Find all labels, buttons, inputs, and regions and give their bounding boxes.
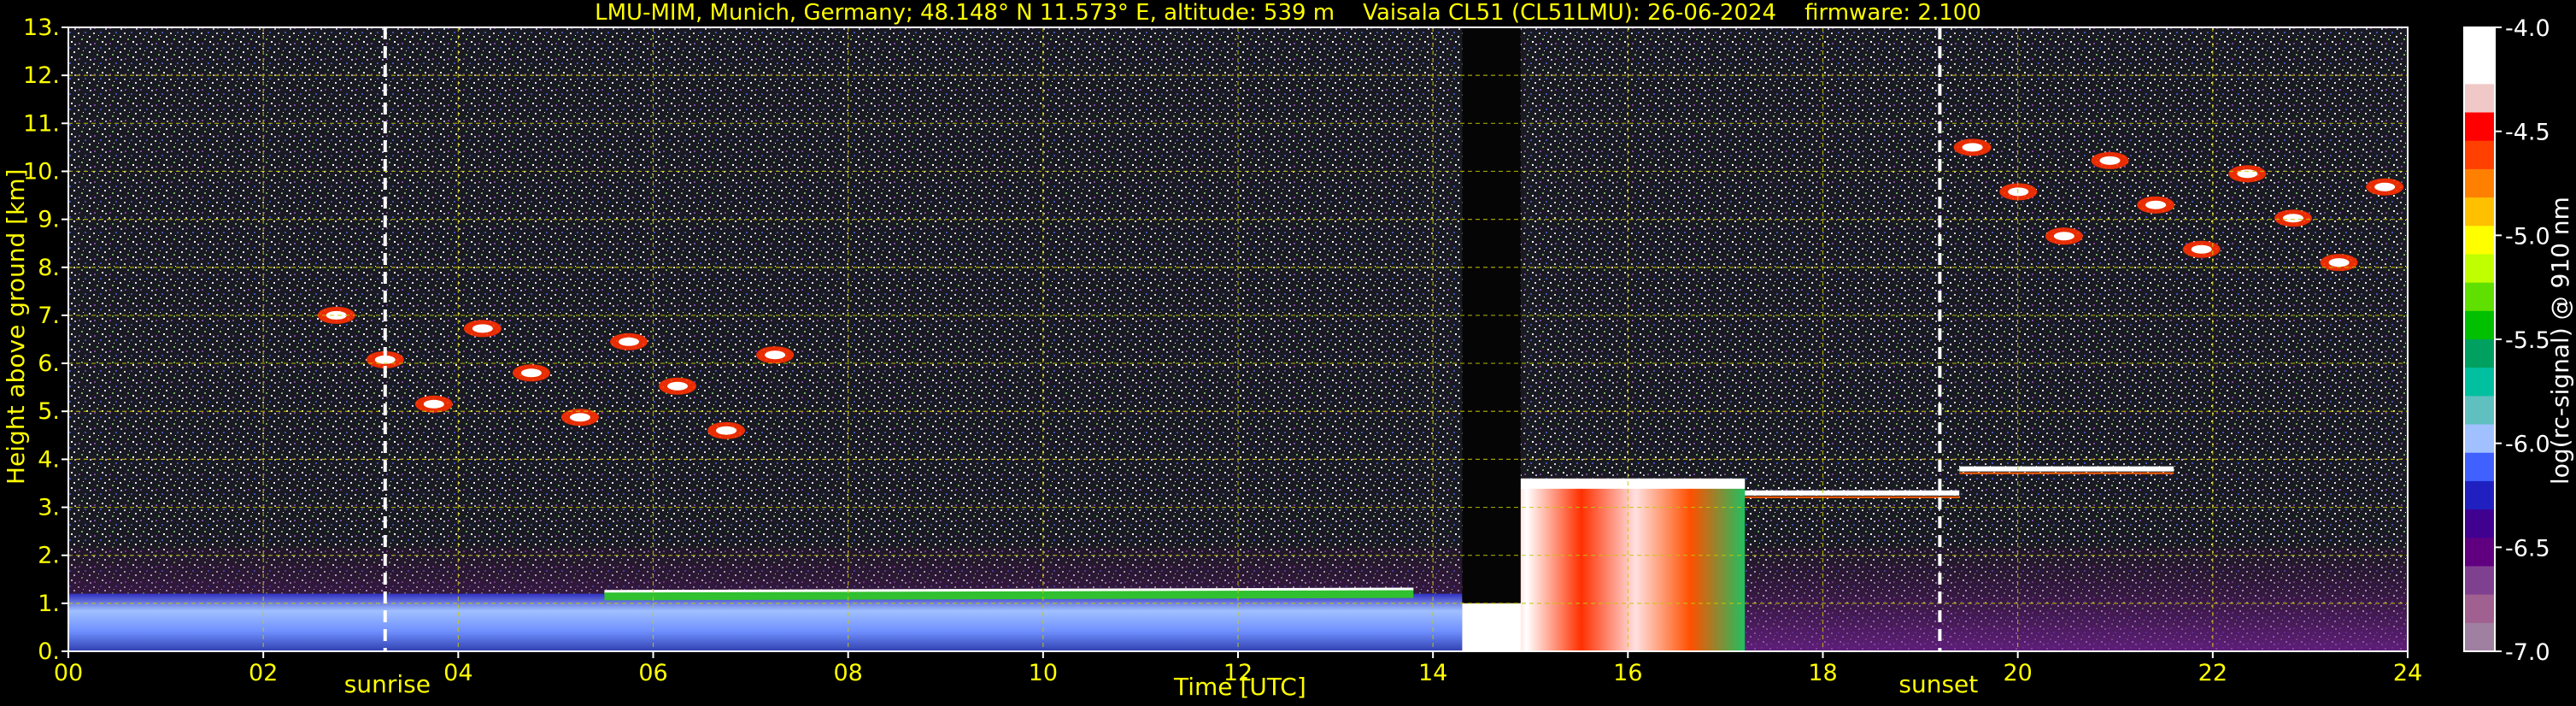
- colorbar-segment: [2464, 509, 2495, 538]
- colorbar-segment: [2464, 424, 2495, 454]
- colorbar-segment: [2464, 27, 2495, 56]
- y-tick-label: 9.: [38, 207, 60, 233]
- x-tick-label: 20: [2003, 660, 2032, 686]
- cirrus-core: [618, 337, 639, 346]
- chart-figure: 00 02 04 06 08 10 12 14 16 18 20 22 240.1.2.3.4.5.6.…: [23, 15, 2550, 686]
- colorbar-tick-label: -7.0: [2505, 639, 2550, 666]
- y-tick-label: 0.: [38, 638, 60, 665]
- y-tick-label: 12.: [23, 62, 60, 89]
- x-tick-label: 06: [638, 660, 667, 686]
- cirrus-core: [765, 350, 786, 360]
- colorbar-segment: [2464, 594, 2495, 624]
- colorbar-segment: [2464, 310, 2495, 340]
- y-tick-label: 4.: [38, 446, 60, 473]
- x-tick-label: 22: [2198, 660, 2227, 686]
- colorbar-segment: [2464, 140, 2495, 170]
- colorbar-tick-label: -5.0: [2505, 223, 2550, 250]
- colorbar-tick-label: -4.5: [2505, 120, 2550, 146]
- cirrus-core: [326, 310, 347, 320]
- y-tick-label: 7.: [38, 303, 60, 329]
- boundary-layer-top: [604, 589, 1414, 601]
- colorbar-segment: [2464, 112, 2495, 142]
- colorbar-segment: [2464, 254, 2495, 284]
- colorbar-label: log(rc-signal) @ 910 nm: [2546, 197, 2574, 485]
- colorbar-tick-label: -6.0: [2505, 432, 2550, 458]
- colorbar-tick-label: -5.5: [2505, 327, 2550, 354]
- colorbar-segment: [2464, 84, 2495, 114]
- sunset-label: sunset: [1898, 670, 1979, 698]
- cirrus-core: [2374, 182, 2396, 191]
- cirrus-core: [569, 413, 590, 422]
- y-tick-label: 8.: [38, 255, 60, 281]
- colorbar-segment: [2464, 197, 2495, 227]
- cirrus-core: [2053, 232, 2074, 241]
- colorbar-tick-label: -6.5: [2505, 535, 2550, 562]
- colorbar-segment: [2464, 452, 2495, 482]
- x-tick-label: 02: [249, 660, 278, 686]
- precipitation: [1462, 603, 1521, 651]
- colorbar-segment: [2464, 566, 2495, 596]
- y-tick-label: 11.: [23, 110, 60, 137]
- y-tick-label: 3.: [38, 495, 60, 521]
- cirrus-core: [423, 399, 444, 409]
- cirrus-core: [2145, 200, 2167, 209]
- colorbar-segment: [2464, 396, 2495, 426]
- colorbar-segment: [2464, 368, 2495, 397]
- cirrus-core: [2237, 169, 2258, 179]
- x-axis-label: Time [UTC]: [1174, 673, 1306, 701]
- cirrus-core: [2191, 244, 2212, 254]
- colorbar-segment: [2464, 480, 2495, 510]
- x-tick-label: 08: [833, 660, 862, 686]
- colorbar-segment: [2464, 339, 2495, 368]
- y-tick-label: 5.: [38, 398, 60, 425]
- cirrus-core: [667, 381, 689, 391]
- colorbar-segment: [2464, 226, 2495, 256]
- colorbar-segment: [2464, 56, 2495, 85]
- colorbar-segment: [2464, 282, 2495, 312]
- colorbar-segment: [2464, 622, 2495, 652]
- x-tick-label: 04: [443, 660, 472, 686]
- x-tick-label: 16: [1613, 660, 1642, 686]
- y-tick-label: 1.: [38, 591, 60, 617]
- cirrus-core: [2328, 258, 2350, 268]
- x-tick-label: 14: [1418, 660, 1447, 686]
- y-axis-label: Height above ground [km]: [2, 168, 30, 485]
- cirrus-core: [472, 324, 493, 333]
- x-tick-label: 10: [1029, 660, 1058, 686]
- sunrise-label: sunrise: [343, 670, 431, 698]
- boundary-layer: [68, 593, 1463, 651]
- cirrus-core: [1962, 143, 1983, 152]
- colorbar-segment: [2464, 538, 2495, 568]
- cirrus-core: [2282, 214, 2303, 223]
- cirrus-core: [2099, 156, 2121, 165]
- cirrus-core: [716, 426, 737, 435]
- x-tick-label: 18: [1808, 660, 1837, 686]
- y-tick-label: 2.: [38, 543, 60, 569]
- x-tick-label: 24: [2393, 660, 2422, 686]
- y-tick-label: 6.: [38, 350, 60, 377]
- chart-title: LMU-MIM, Munich, Germany; 48.148° N 11.5…: [595, 0, 1981, 26]
- colorbar-segment: [2464, 168, 2495, 198]
- colorbar: -4.0-4.5-5.0-5.5-6.0-6.5-7.0: [2463, 15, 2550, 666]
- cirrus-core: [520, 368, 542, 378]
